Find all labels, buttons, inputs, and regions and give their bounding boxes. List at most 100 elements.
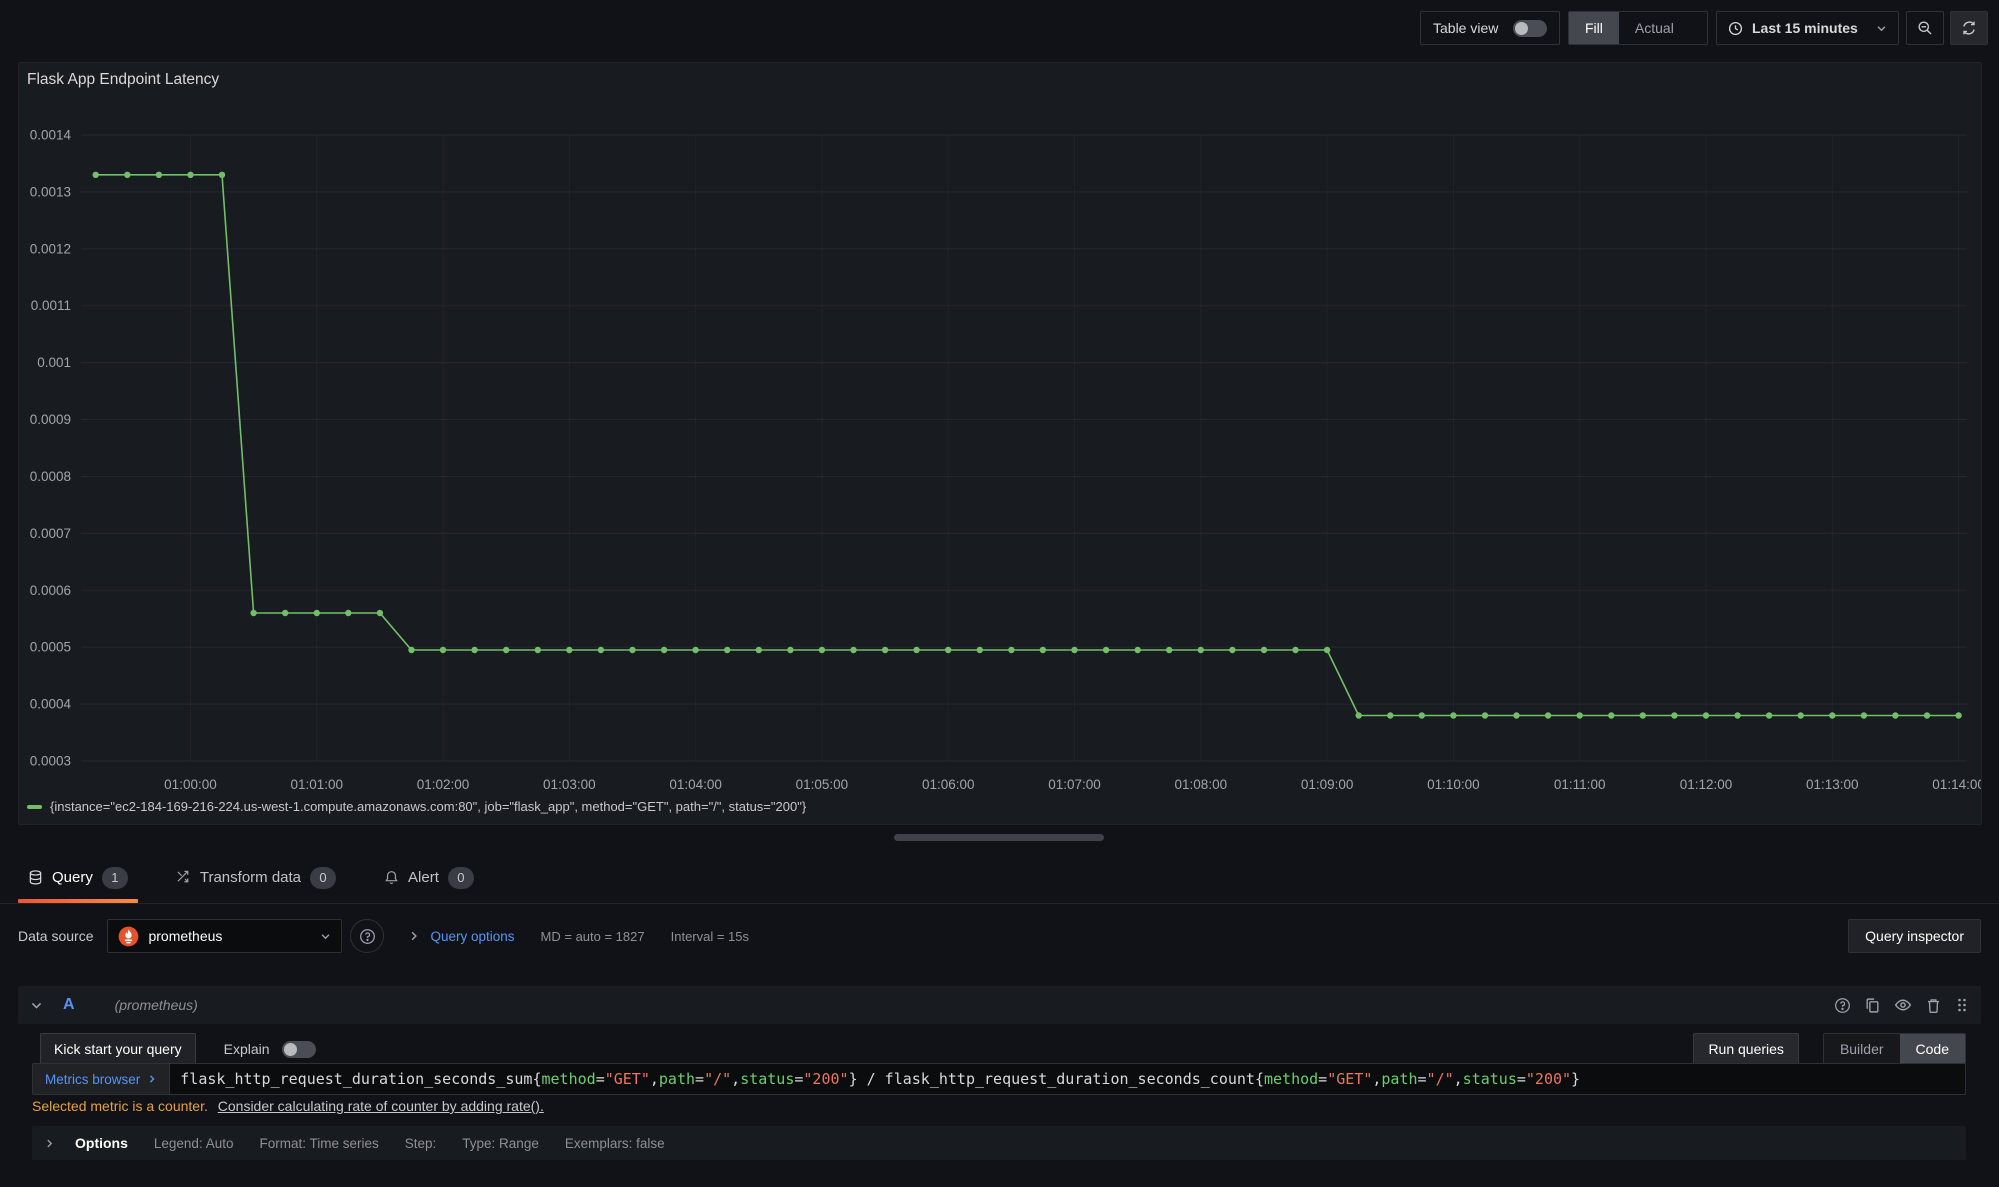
tab-query-label: Query — [52, 869, 93, 886]
legend-series-label[interactable]: {instance="ec2-184-169-216-224.us-west-1… — [50, 799, 806, 814]
time-range-label: Last 15 minutes — [1752, 20, 1858, 36]
query-row-actions — [1834, 996, 1969, 1014]
query-options-toggle[interactable]: Query options — [430, 929, 514, 944]
option-format: Format: Time series — [259, 1136, 378, 1151]
promql-query-input[interactable]: flask_http_request_duration_seconds_sum{… — [170, 1064, 1965, 1094]
svg-text:0.0013: 0.0013 — [30, 184, 71, 199]
svg-text:01:13:00: 01:13:00 — [1806, 777, 1859, 792]
toggle-visibility-eye-icon[interactable] — [1894, 996, 1912, 1014]
database-icon — [28, 870, 43, 885]
warning-text: Selected metric is a counter. — [32, 1098, 208, 1114]
max-data-points-text: MD = auto = 1827 — [541, 929, 645, 944]
datasource-label: Data source — [18, 928, 93, 944]
option-type: Type: Range — [462, 1136, 539, 1151]
pane-resize-handle[interactable] — [894, 834, 1104, 841]
builder-code-segmented-control: Builder Code — [1823, 1033, 1966, 1065]
svg-text:0.0007: 0.0007 — [30, 526, 71, 541]
latency-line-chart[interactable]: 0.00140.00130.00120.00110.0010.00090.000… — [19, 63, 1981, 795]
datasource-row: Data source prometheus — [18, 916, 1981, 956]
query-options-summary-row[interactable]: Options Legend: Auto Format: Time series… — [32, 1126, 1966, 1160]
query-ref-id: A — [63, 996, 75, 1014]
table-view-toggle[interactable] — [1513, 20, 1547, 37]
svg-text:01:12:00: 01:12:00 — [1680, 777, 1733, 792]
option-exemplars: Exemplars: false — [565, 1136, 665, 1151]
tab-transform-data[interactable]: Transform data 0 — [166, 852, 346, 903]
query-row-header[interactable]: A (prometheus) — [18, 986, 1981, 1024]
time-range-picker[interactable]: Last 15 minutes — [1716, 11, 1899, 45]
metrics-browser-label: Metrics browser — [45, 1072, 140, 1087]
add-rate-link[interactable]: Consider calculating rate of counter by … — [218, 1098, 544, 1114]
explain-label: Explain — [224, 1041, 270, 1057]
svg-text:01:10:00: 01:10:00 — [1427, 777, 1480, 792]
bell-icon — [384, 870, 399, 885]
table-view-toggle-group[interactable]: Table view — [1420, 11, 1560, 45]
tab-query[interactable]: Query 1 — [18, 852, 138, 903]
tab-transform-label: Transform data — [200, 869, 301, 886]
svg-text:0.0009: 0.0009 — [30, 412, 71, 427]
prometheus-logo-icon — [118, 926, 139, 947]
option-legend: Legend: Auto — [154, 1136, 234, 1151]
duplicate-query-icon[interactable] — [1864, 997, 1881, 1014]
drag-grip-icon[interactable] — [1955, 997, 1969, 1013]
builder-button[interactable]: Builder — [1824, 1034, 1900, 1064]
fill-button[interactable]: Fill — [1569, 12, 1619, 44]
svg-text:01:00:00: 01:00:00 — [164, 777, 217, 792]
refresh-button[interactable] — [1950, 11, 1988, 45]
collapse-chevron-down-icon[interactable] — [30, 999, 43, 1012]
datasource-help-button[interactable] — [350, 919, 384, 953]
kick-start-query-button[interactable]: Kick start your query — [40, 1033, 196, 1065]
datasource-select[interactable]: prometheus — [107, 919, 342, 953]
svg-text:01:06:00: 01:06:00 — [922, 777, 975, 792]
query-toolbar: Kick start your query Explain Run querie… — [40, 1032, 1966, 1066]
metrics-browser-button[interactable]: Metrics browser — [33, 1064, 170, 1094]
svg-text:01:07:00: 01:07:00 — [1048, 777, 1101, 792]
chevron-down-icon — [1876, 23, 1887, 34]
panel-edit-toolbar: Table view Fill Actual Last 15 minutes — [0, 0, 1999, 56]
svg-text:01:04:00: 01:04:00 — [669, 777, 722, 792]
svg-text:0.0008: 0.0008 — [30, 469, 71, 484]
tab-alert-badge: 0 — [448, 867, 474, 889]
run-queries-button[interactable]: Run queries — [1693, 1033, 1799, 1065]
interval-text: Interval = 15s — [671, 929, 749, 944]
query-help-icon[interactable] — [1834, 997, 1851, 1014]
chevron-right-icon[interactable] — [408, 930, 420, 942]
svg-text:01:14:00: 01:14:00 — [1932, 777, 1981, 792]
query-datasource-hint: (prometheus) — [115, 997, 198, 1013]
query-inspector-button[interactable]: Query inspector — [1848, 919, 1981, 953]
svg-text:0.0012: 0.0012 — [30, 241, 71, 256]
svg-text:0.0003: 0.0003 — [30, 754, 71, 769]
tab-query-badge: 1 — [102, 867, 128, 889]
actual-button[interactable]: Actual — [1619, 12, 1690, 44]
svg-text:01:02:00: 01:02:00 — [417, 777, 470, 792]
fill-actual-segmented-control: Fill Actual — [1568, 11, 1708, 45]
clock-icon — [1728, 21, 1743, 36]
svg-text:0.0005: 0.0005 — [30, 640, 71, 655]
active-tab-underline — [18, 899, 138, 903]
svg-text:0.001: 0.001 — [37, 355, 71, 370]
code-button[interactable]: Code — [1900, 1034, 1965, 1064]
zoom-out-button[interactable] — [1906, 11, 1944, 45]
editor-tab-bar: Query 1 Transform data 0 Alert 0 — [0, 852, 1999, 904]
explain-toggle[interactable] — [282, 1041, 316, 1058]
tab-alert[interactable]: Alert 0 — [374, 852, 484, 903]
promql-editor: Metrics browser flask_http_request_durat… — [32, 1063, 1966, 1095]
timeseries-panel: Flask App Endpoint Latency 0.00140.00130… — [18, 62, 1982, 825]
datasource-value: prometheus — [148, 928, 311, 944]
chevron-down-icon — [320, 931, 331, 942]
svg-text:01:05:00: 01:05:00 — [796, 777, 849, 792]
svg-text:0.0006: 0.0006 — [30, 583, 71, 598]
counter-warning: Selected metric is a counter. Consider c… — [32, 1098, 544, 1114]
option-step: Step: — [405, 1136, 437, 1151]
svg-text:01:01:00: 01:01:00 — [290, 777, 343, 792]
delete-query-trash-icon[interactable] — [1925, 997, 1942, 1014]
table-view-label: Table view — [1433, 20, 1498, 36]
svg-text:01:11:00: 01:11:00 — [1554, 777, 1606, 792]
chevron-right-icon[interactable] — [44, 1138, 55, 1149]
chart-legend[interactable]: {instance="ec2-184-169-216-224.us-west-1… — [27, 799, 806, 814]
legend-series-marker — [27, 805, 42, 809]
tab-alert-label: Alert — [408, 869, 439, 886]
svg-text:0.0004: 0.0004 — [30, 697, 72, 712]
svg-text:01:03:00: 01:03:00 — [543, 777, 596, 792]
svg-text:01:08:00: 01:08:00 — [1175, 777, 1228, 792]
svg-text:0.0011: 0.0011 — [31, 298, 71, 313]
